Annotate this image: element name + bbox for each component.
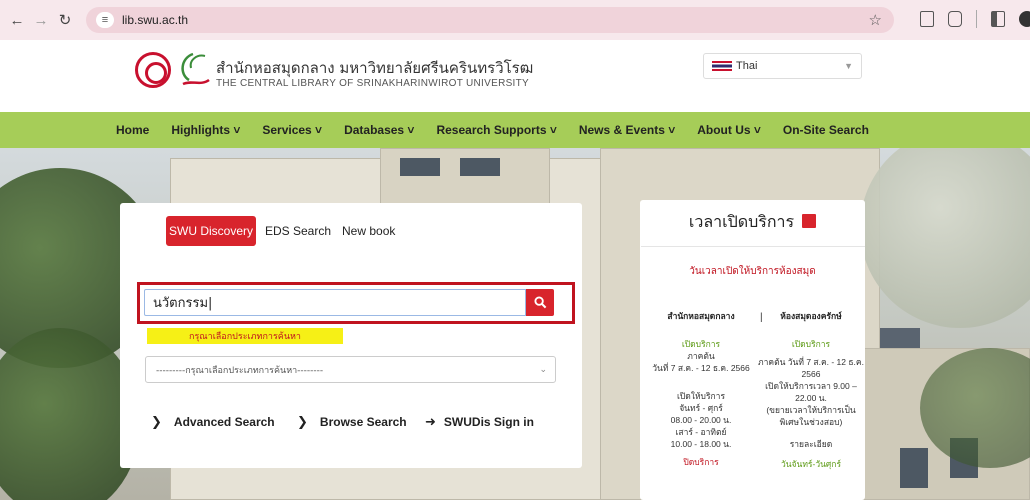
swudis-signin-link[interactable]: ➜ SWUDis Sign in <box>425 414 534 430</box>
tab-swu-discovery[interactable]: SWU Discovery <box>166 216 256 246</box>
chevron-down-icon: ⌄ <box>539 365 547 375</box>
advanced-search-link[interactable]: ❯ Advanced Search <box>151 414 275 430</box>
advanced-search-label: Advanced Search <box>173 415 275 429</box>
ongkharak-open-label: เปิดบริการ <box>791 339 831 349</box>
central-dates: วันที่ 7 ส.ค. - 12 ธ.ค. 2566 <box>652 363 750 373</box>
central-library-hours: สำนักหอสมุดกลาง เปิดบริการ ภาคต้น วันที่… <box>647 310 755 468</box>
nav-about-us[interactable]: About Us ˅ <box>697 123 761 137</box>
tab-new-book[interactable]: New book <box>342 216 395 246</box>
ongkharak-detail[interactable]: รายละเอียด <box>757 438 865 450</box>
central-weekday: จันทร์ - ศุกร์ <box>679 403 723 413</box>
reload-button[interactable]: ↻ <box>54 9 76 31</box>
opening-hours-title: เวลาเปิดบริการ <box>645 210 860 235</box>
library-logo[interactable] <box>175 50 211 90</box>
forward-button[interactable]: → <box>30 9 52 31</box>
chevron-right-icon: ❯ <box>151 414 162 429</box>
signin-label: SWUDis Sign in <box>443 415 534 429</box>
hours-divider <box>641 246 865 247</box>
central-closed-label: ปิดบริการ <box>683 457 719 467</box>
browse-search-label: Browse Search <box>319 415 407 429</box>
site-info-icon[interactable]: ≡ <box>96 12 114 28</box>
search-type-value: ---------กรุณาเลือกประเภทการค้นหา-------… <box>156 365 324 376</box>
url-text: lib.swu.ac.th <box>122 13 189 27</box>
sign-in-icon: ➜ <box>425 414 436 429</box>
main-navigation: Home Highlights ˅ Services ˅ Databases ˅… <box>0 112 1030 148</box>
ongkharak-heading: ห้องสมุดองครักษ์ <box>780 311 842 321</box>
tab-eds-search[interactable]: EDS Search <box>265 216 331 246</box>
language-select[interactable]: Thai ▼ <box>703 53 862 79</box>
ongkharak-note-2: (ขยายเวลาให้บริการเป็นพิเศษในช่วงสอบ) <box>766 405 856 427</box>
thai-flag-icon <box>712 61 732 71</box>
central-weekend: เสาร์ - อาทิตย์ <box>675 427 727 437</box>
nav-home[interactable]: Home <box>116 123 149 137</box>
chevron-down-icon: ▼ <box>844 61 853 71</box>
nav-news-events[interactable]: News & Events ˅ <box>579 123 675 137</box>
back-button[interactable]: ← <box>6 9 28 31</box>
library-name-thai: สำนักหอสมุดกลาง มหาวิทยาลัยศรีนครินทรวิโ… <box>216 59 534 77</box>
search-type-hint: กรุณาเลือกประเภทการค้นหา <box>147 328 343 344</box>
ongkharak-days: วันจันทร์-วันศุกร์ <box>780 459 842 469</box>
ongkharak-library-hours: ห้องสมุดองครักษ์ เปิดบริการ ภาคต้น วันที… <box>757 310 865 470</box>
bookmark-star-icon[interactable]: ☆ <box>869 11 882 29</box>
central-open-label: เปิดบริการ <box>681 339 721 349</box>
extensions-icon[interactable] <box>948 11 962 27</box>
central-library-heading: สำนักหอสมุดกลาง <box>667 311 735 321</box>
language-value: Thai <box>736 60 758 72</box>
reading-list-icon[interactable] <box>920 11 934 27</box>
search-type-select[interactable]: ---------กรุณาเลือกประเภทการค้นหา-------… <box>145 356 556 383</box>
hours-subtitle: วันเวลาเปิดให้บริการห้องสมุด <box>689 266 816 277</box>
search-icon <box>533 296 546 309</box>
browser-toolbar: ← → ↻ ≡ lib.swu.ac.th ☆ <box>0 0 1030 40</box>
profile-avatar[interactable] <box>1019 11 1030 27</box>
search-button[interactable] <box>526 289 554 316</box>
address-bar[interactable]: ≡ lib.swu.ac.th ☆ <box>86 7 894 33</box>
nav-services[interactable]: Services ˅ <box>262 123 322 137</box>
browse-search-link[interactable]: ❯ Browse Search <box>297 414 407 430</box>
university-seal-logo[interactable] <box>135 52 171 88</box>
calendar-icon <box>802 214 817 228</box>
opening-hours-title-text: เวลาเปิดบริการ <box>688 214 795 231</box>
library-name-english: THE CENTRAL LIBRARY OF SRINAKHARINWIROT … <box>216 78 530 89</box>
nav-databases[interactable]: Databases ˅ <box>344 123 414 137</box>
nav-on-site-search[interactable]: On-Site Search <box>783 123 869 137</box>
site-header: สำนักหอสมุดกลาง มหาวิทยาลัยศรีนครินทรวิโ… <box>0 40 1030 110</box>
central-weekday-time: 08.00 - 20.00 น. <box>670 415 732 425</box>
toolbar-divider <box>976 10 977 28</box>
nav-highlights[interactable]: Highlights ˅ <box>171 123 240 137</box>
central-term: ภาคต้น <box>687 351 715 361</box>
central-open-label-2: เปิดให้บริการ <box>676 391 726 401</box>
ongkharak-note: เปิดให้บริการเวลา 9.00 – 22.00 น. <box>765 381 857 403</box>
nav-research-supports[interactable]: Research Supports ˅ <box>436 123 556 137</box>
search-input[interactable]: นวัตกรรม| <box>144 289 526 316</box>
ongkharak-dates: ภาคต้น วันที่ 7 ส.ค. - 12 ธ.ค. 2566 <box>758 357 864 379</box>
central-weekend-time: 10.00 - 18.00 น. <box>670 439 732 449</box>
side-panel-icon[interactable] <box>991 11 1005 27</box>
chevron-right-icon: ❯ <box>297 414 308 429</box>
